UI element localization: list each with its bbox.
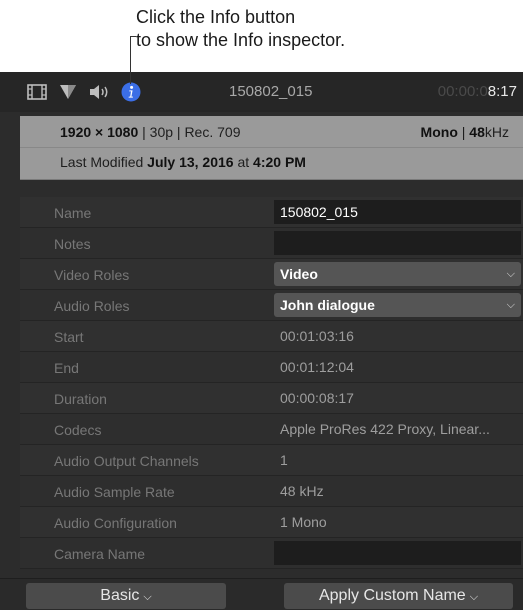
duration-label: Duration: [54, 391, 107, 407]
video-roles-value: Video: [280, 266, 318, 282]
audio-roles-label: Audio Roles: [54, 298, 130, 314]
codecs-value: Apple ProRes 422 Proxy, Linear...: [280, 421, 490, 437]
row-end: End 00:01:12:04: [20, 352, 523, 383]
audio-output-channels-label: Audio Output Channels: [54, 453, 199, 469]
row-audio-output-channels: Audio Output Channels 1: [20, 445, 523, 476]
audio-format: Mono | 48kHz: [421, 124, 509, 140]
audio-sample-rate-value: 48 kHz: [280, 483, 324, 499]
format-details: | 30p | Rec. 709: [138, 124, 241, 140]
row-name: Name 150802_015: [20, 197, 523, 228]
audio-channels: Mono: [420, 124, 458, 140]
timecode-leading: 00:00:0: [437, 83, 488, 100]
timecode-value: 8:17: [487, 83, 517, 100]
info-inspector: 150802_015 00:00:08:17 1920 × 1080 | 30p…: [0, 72, 523, 610]
chevron-down-icon: ⌵: [506, 268, 515, 280]
info-icon[interactable]: [121, 82, 141, 102]
notes-label: Notes: [54, 236, 91, 252]
row-audio-sample-rate: Audio Sample Rate 48 kHz: [20, 476, 523, 507]
row-codecs: Codecs Apple ProRes 422 Proxy, Linear...: [20, 414, 523, 445]
clip-name: 150802_015: [229, 83, 313, 100]
audio-configuration-label: Audio Configuration: [54, 515, 177, 531]
codecs-label: Codecs: [54, 422, 102, 438]
speaker-icon[interactable]: [88, 82, 112, 102]
basic-view-label: Basic: [100, 587, 140, 604]
audio-configuration-value: 1 Mono: [280, 514, 327, 530]
camera-name-label: Camera Name: [54, 546, 146, 562]
callout: Click the Info button to show the Info i…: [0, 0, 523, 72]
chevron-down-icon: ⌵: [143, 591, 152, 603]
metadata-table: Name 150802_015 Notes Video Roles Video ⌵…: [20, 197, 523, 569]
resolution: 1920 × 1080: [60, 124, 139, 140]
chevron-down-icon: ⌵: [469, 591, 479, 603]
modified-time: 4:20 PM: [253, 154, 306, 170]
audio-output-channels-value: 1: [280, 452, 288, 468]
basic-view-button[interactable]: Basic ⌵: [26, 583, 226, 609]
modified-date: July 13, 2016: [147, 154, 234, 170]
callout-line-2: to show the Info inspector.: [136, 30, 346, 50]
inspector-bottom-bar: Basic ⌵ Apply Custom Name ⌵: [0, 578, 523, 610]
row-duration: Duration 00:00:08:17: [20, 383, 523, 414]
row-camera-name: Camera Name: [20, 538, 523, 569]
modified-at: at: [233, 154, 254, 170]
callout-line-1: Click the Info button: [136, 7, 296, 27]
end-value: 00:01:12:04: [280, 359, 354, 375]
row-video-roles: Video Roles Video ⌵: [20, 259, 523, 290]
last-modified: Last Modified July 13, 2016 at 4:20 PM: [60, 154, 306, 170]
apply-custom-name-button[interactable]: Apply Custom Name ⌵: [284, 583, 513, 609]
sample-rate-unit: kHz: [484, 124, 509, 140]
row-start: Start 00:01:03:16: [20, 321, 523, 352]
summary-divider: [20, 147, 523, 148]
film-strip-icon[interactable]: [26, 82, 48, 102]
camera-name-field[interactable]: [274, 541, 521, 565]
audio-roles-value: John dialogue: [280, 297, 375, 313]
audio-roles-popup[interactable]: John dialogue ⌵: [274, 293, 521, 317]
modified-prefix: Last Modified: [60, 154, 148, 170]
marker-icon[interactable]: [58, 82, 78, 102]
notes-field[interactable]: [274, 231, 521, 255]
name-field[interactable]: 150802_015: [274, 200, 521, 224]
duration-value: 00:00:08:17: [280, 390, 354, 406]
timecode-display: 00:00:08:17: [438, 83, 517, 100]
row-audio-roles: Audio Roles John dialogue ⌵: [20, 290, 523, 321]
name-label: Name: [54, 205, 92, 221]
end-label: End: [54, 360, 79, 376]
sample-rate: 48: [469, 124, 485, 140]
audio-sample-rate-label: Audio Sample Rate: [54, 484, 175, 500]
clip-summary: 1920 × 1080 | 30p | Rec. 709 Mono | 48kH…: [20, 116, 523, 180]
format-separator: |: [457, 124, 470, 140]
start-value: 00:01:03:16: [280, 328, 354, 344]
video-format: 1920 × 1080 | 30p | Rec. 709: [60, 124, 240, 140]
row-audio-configuration: Audio Configuration 1 Mono: [20, 507, 523, 538]
start-label: Start: [54, 329, 84, 345]
apply-custom-name-label: Apply Custom Name: [318, 587, 466, 604]
video-roles-label: Video Roles: [54, 267, 130, 283]
row-notes: Notes: [20, 228, 523, 259]
chevron-down-icon: ⌵: [506, 299, 515, 311]
callout-text: Click the Info button to show the Info i…: [136, 6, 345, 52]
inspector-toolbar: 150802_015 00:00:08:17: [0, 72, 523, 112]
video-roles-popup[interactable]: Video ⌵: [274, 262, 521, 286]
callout-pointer: [130, 36, 131, 84]
